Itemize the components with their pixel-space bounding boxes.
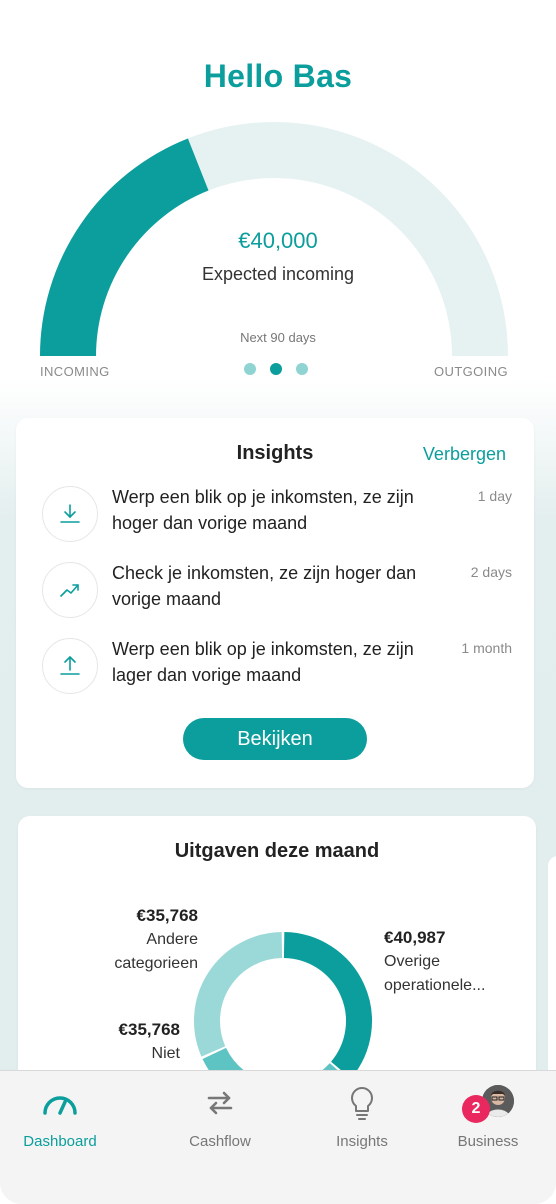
insight-item[interactable]: Werp een blik op je inkomsten, ze zijn h… <box>42 484 512 548</box>
outgoing-label: OUTGOING <box>434 364 508 379</box>
upload-icon <box>42 638 98 694</box>
legend-amount: €35,768 <box>136 906 198 925</box>
legend-label: Overige operationele... <box>384 953 486 994</box>
gauge-icon <box>0 1085 120 1121</box>
nav-label: Business <box>457 1133 519 1150</box>
insight-text: Check je inkomsten, ze zijn hoger dan vo… <box>112 563 417 609</box>
gauge-caption: Expected incoming <box>201 264 355 284</box>
trending-up-icon <box>42 562 98 618</box>
nav-label: Dashboard <box>23 1133 97 1150</box>
nav-label: Cashflow <box>189 1133 251 1150</box>
page-dot-1[interactable] <box>244 363 256 375</box>
greeting-title: Hello Bas <box>203 58 353 94</box>
insights-card: Insights Verbergen Werp een blik op je i… <box>16 418 534 788</box>
legend-amount: €40,987 <box>384 928 446 947</box>
avatar-wrapper: 2 <box>428 1085 548 1123</box>
gauge-incoming-fill <box>40 138 210 357</box>
insight-time: 2 days <box>470 564 512 580</box>
app-screen: Hello Bas €40,000 Expected incoming Next… <box>0 0 556 1204</box>
expenses-title: Uitgaven deze maand <box>174 840 380 862</box>
page-indicator[interactable] <box>244 363 308 375</box>
donut-slice-overige-operationele[interactable] <box>283 932 372 1079</box>
bottom-navigation: Dashboard Cashflow Insights 2 Business <box>0 1070 556 1204</box>
incoming-label: INCOMING <box>40 364 110 379</box>
gauge-period: Next 90 days <box>240 330 316 345</box>
legend-amount: €35,768 <box>118 1020 180 1039</box>
legend-item: €35,768 Niet <box>119 1018 180 1066</box>
view-insights-button[interactable]: Bekijken <box>183 718 367 760</box>
gauge-amount: €40,000 <box>238 228 318 253</box>
lightbulb-icon <box>302 1085 422 1121</box>
page-dot-2[interactable] <box>270 363 282 375</box>
nav-business[interactable]: 2 Business <box>428 1085 548 1150</box>
notification-badge: 2 <box>462 1095 490 1123</box>
hide-insights-link[interactable]: Verbergen <box>423 444 506 465</box>
insight-item[interactable]: Werp een blik op je inkomsten, ze zijn l… <box>42 636 512 700</box>
insight-time: 1 day <box>477 488 512 504</box>
donut-slice-andere-categorieen[interactable] <box>194 932 283 1057</box>
download-icon <box>42 486 98 542</box>
page-dot-3[interactable] <box>296 363 308 375</box>
legend-label: Andere categorieen <box>114 931 198 972</box>
insight-text: Werp een blik op je inkomsten, ze zijn l… <box>112 639 414 685</box>
swap-arrows-icon <box>160 1085 280 1121</box>
legend-label: Niet <box>151 1045 180 1062</box>
nav-insights[interactable]: Insights <box>302 1085 422 1150</box>
nav-dashboard[interactable]: Dashboard <box>0 1085 120 1150</box>
nav-label: Insights <box>336 1133 388 1150</box>
nav-cashflow[interactable]: Cashflow <box>160 1085 280 1150</box>
insight-item[interactable]: Check je inkomsten, ze zijn hoger dan vo… <box>42 560 512 624</box>
insight-text: Werp een blik op je inkomsten, ze zijn h… <box>112 487 414 533</box>
insight-time: 1 month <box>461 640 512 656</box>
legend-item: €40,987 Overige operationele... <box>384 926 524 998</box>
legend-item: €35,768 Andere categorieen <box>78 904 198 976</box>
